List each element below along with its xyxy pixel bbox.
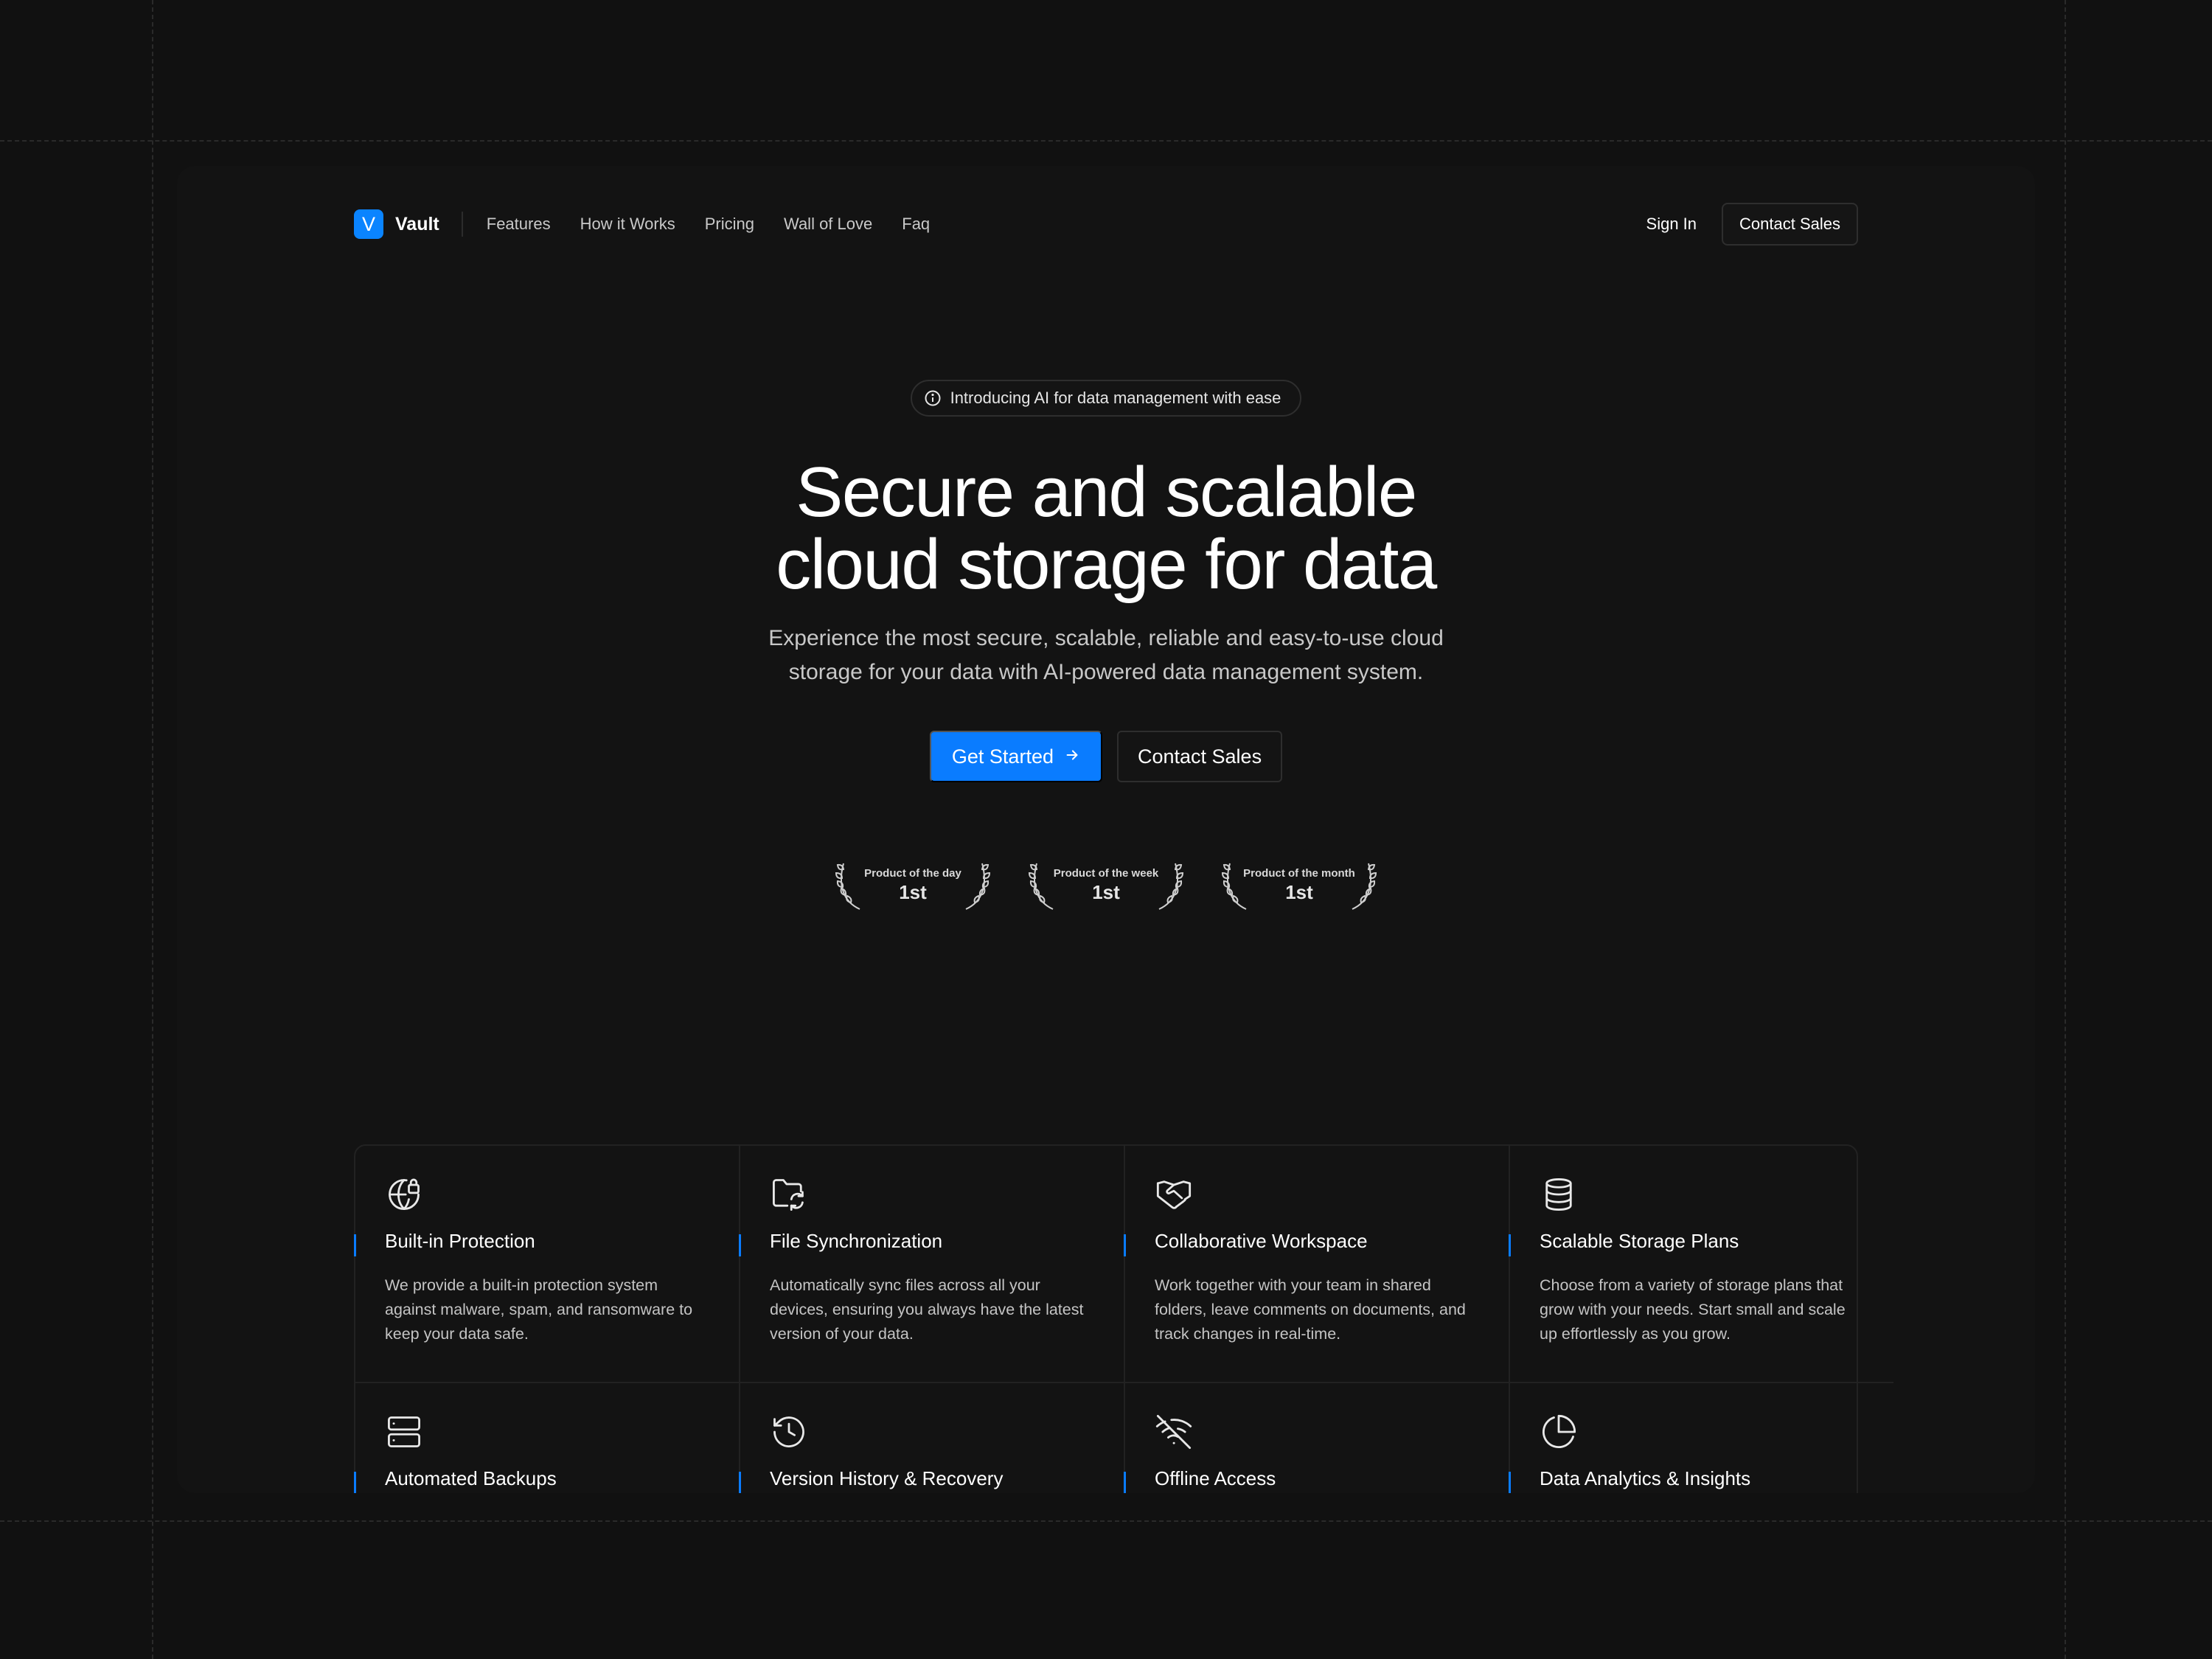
- feature-card: Collaborative Workspace Work together wi…: [1124, 1146, 1510, 1383]
- handshake-icon: [1155, 1175, 1193, 1214]
- guide-line-bottom: [0, 1520, 2212, 1522]
- nav-links: Features How it Works Pricing Wall of Lo…: [487, 215, 930, 234]
- server-icon: [385, 1413, 423, 1451]
- wifi-off-icon: [1155, 1413, 1193, 1451]
- hero-section: Introducing AI for data management with …: [177, 380, 2035, 912]
- feature-description: Work together with your team in shared f…: [1155, 1276, 1466, 1343]
- award-label: Product of the week: [1053, 867, 1159, 880]
- logo[interactable]: V Vault: [354, 209, 439, 239]
- globe-lock-icon: [385, 1175, 423, 1214]
- feature-title: Offline Access: [1155, 1467, 1276, 1489]
- logo-mark: V: [354, 209, 383, 239]
- guide-line-top: [0, 140, 2212, 142]
- feature-card: Version History & Recovery: [739, 1383, 1125, 1493]
- sign-in-link[interactable]: Sign In: [1646, 215, 1697, 234]
- award-label: Product of the month: [1243, 867, 1355, 880]
- nav-actions: Sign In Contact Sales: [1646, 203, 1858, 246]
- features-grid: Built-in Protection We provide a built-i…: [354, 1144, 1893, 1493]
- awards-row: Product of the day 1st Product of the we…: [177, 859, 2035, 912]
- card-accent: [354, 1234, 356, 1256]
- hero-contact-sales-button[interactable]: Contact Sales: [1116, 731, 1283, 782]
- laurel-left-icon: [1028, 863, 1054, 910]
- history-icon: [770, 1413, 808, 1451]
- get-started-label: Get Started: [951, 745, 1054, 768]
- card-accent: [354, 1472, 356, 1493]
- feature-title: Built-in Protection: [385, 1230, 535, 1252]
- nav-link-faq[interactable]: Faq: [902, 215, 930, 234]
- laurel-right-icon: [1352, 863, 1377, 910]
- award-product-of-the-day: Product of the day 1st: [835, 859, 991, 912]
- feature-description: We provide a built-in protection system …: [385, 1276, 693, 1343]
- award-label: Product of the day: [864, 867, 961, 880]
- feature-card: Data Analytics & Insights: [1509, 1383, 1893, 1493]
- cta-group: Get Started Contact Sales: [177, 731, 2035, 782]
- award-rank: 1st: [1285, 881, 1313, 903]
- laurel-left-icon: [1221, 863, 1247, 910]
- nav-link-wall-of-love[interactable]: Wall of Love: [784, 215, 872, 234]
- award-product-of-the-month: Product of the month 1st: [1221, 859, 1377, 912]
- headline-line-1: Secure and scalable: [796, 453, 1417, 532]
- nav-link-pricing[interactable]: Pricing: [705, 215, 754, 234]
- card-accent: [1509, 1234, 1511, 1256]
- feature-card: Automated Backups: [354, 1383, 740, 1493]
- nav-link-how-it-works[interactable]: How it Works: [580, 215, 675, 234]
- award-rank: 1st: [1092, 881, 1120, 903]
- feature-title: Collaborative Workspace: [1155, 1230, 1368, 1252]
- info-icon: [924, 389, 942, 407]
- feature-title: Automated Backups: [385, 1467, 557, 1489]
- card-accent: [1124, 1472, 1126, 1493]
- nav-contact-sales-button[interactable]: Contact Sales: [1722, 203, 1858, 246]
- feature-title: Version History & Recovery: [770, 1467, 1004, 1489]
- feature-title: Scalable Storage Plans: [1540, 1230, 1739, 1252]
- guide-line-right: [2065, 0, 2066, 1659]
- top-nav: V Vault Features How it Works Pricing Wa…: [354, 184, 1858, 265]
- brand-name: Vault: [395, 213, 439, 234]
- feature-card: Built-in Protection We provide a built-i…: [354, 1146, 740, 1383]
- guide-line-left: [152, 0, 153, 1659]
- database-icon: [1540, 1175, 1578, 1214]
- pie-chart-icon: [1540, 1413, 1578, 1451]
- folder-sync-icon: [770, 1175, 808, 1214]
- feature-title: Data Analytics & Insights: [1540, 1467, 1751, 1489]
- arrow-right-icon: [1064, 745, 1080, 768]
- card-accent: [1509, 1472, 1511, 1493]
- feature-card: Scalable Storage Plans Choose from a var…: [1509, 1146, 1893, 1383]
- laurel-right-icon: [965, 863, 991, 910]
- award-rank: 1st: [899, 881, 927, 903]
- nav-divider: [461, 212, 463, 237]
- nav-link-features[interactable]: Features: [487, 215, 551, 234]
- hero-subtitle: Experience the most secure, scalable, re…: [768, 626, 1444, 684]
- feature-card: File Synchronization Automatically sync …: [739, 1146, 1125, 1383]
- feature-card: Offline Access: [1124, 1383, 1510, 1493]
- feature-description: Automatically sync files across all your…: [770, 1276, 1084, 1343]
- get-started-button[interactable]: Get Started: [929, 731, 1102, 782]
- laurel-right-icon: [1158, 863, 1184, 910]
- headline-line-2: cloud storage for data: [776, 525, 1437, 604]
- card-accent: [739, 1472, 741, 1493]
- page-title: Secure and scalable cloud storage for da…: [177, 456, 2035, 601]
- award-product-of-the-week: Product of the week 1st: [1028, 859, 1184, 912]
- card-accent: [1124, 1234, 1126, 1256]
- card-accent: [739, 1234, 741, 1256]
- announcement-text: Introducing AI for data management with …: [950, 389, 1281, 407]
- laurel-left-icon: [835, 863, 860, 910]
- announcement-badge[interactable]: Introducing AI for data management with …: [910, 380, 1302, 417]
- feature-title: File Synchronization: [770, 1230, 943, 1252]
- feature-description: Choose from a variety of storage plans t…: [1540, 1276, 1846, 1343]
